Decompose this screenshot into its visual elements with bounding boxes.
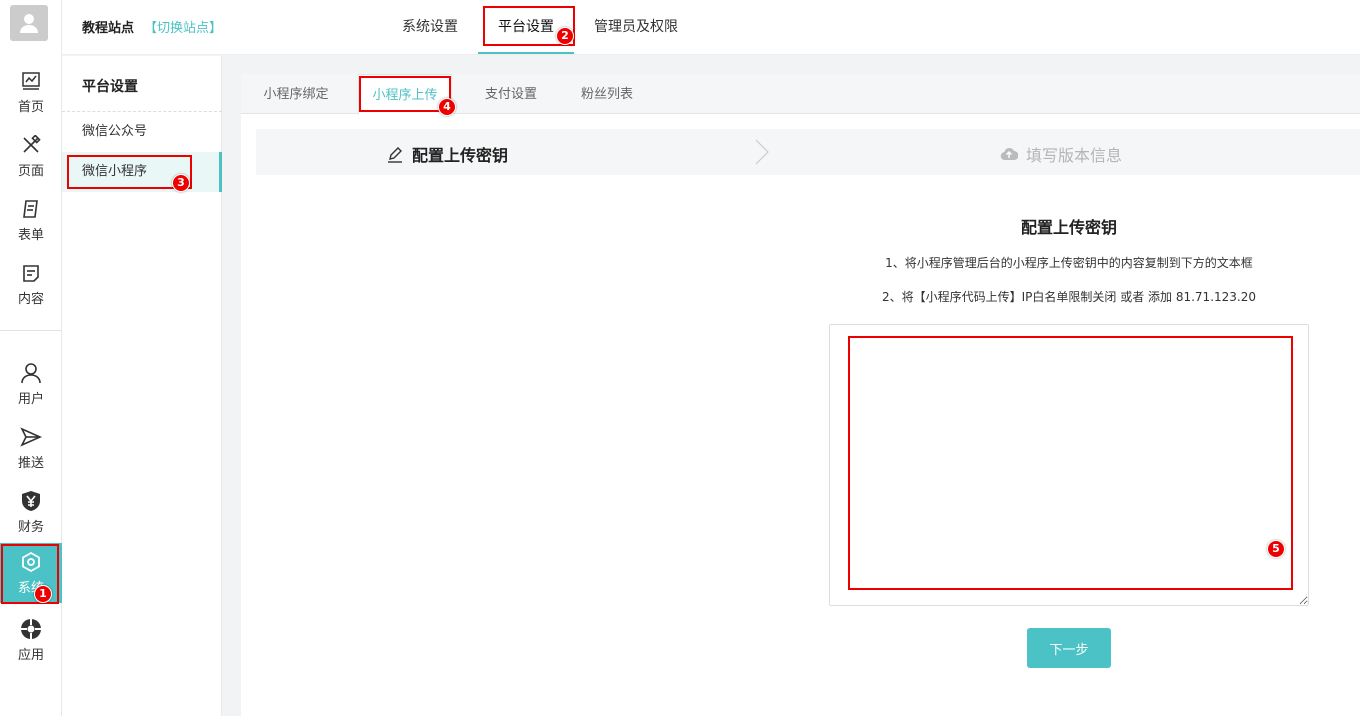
tab-miniprogram-upload[interactable]: 小程序上传: [358, 74, 452, 115]
design-icon: [20, 134, 42, 156]
tab-miniprogram-bind[interactable]: 小程序绑定: [241, 74, 351, 114]
tab-fans-list[interactable]: 粉丝列表: [567, 74, 647, 114]
tab-payment-settings[interactable]: 支付设置: [471, 74, 551, 114]
rail-label: 应用: [17, 647, 44, 663]
switch-site-link[interactable]: 【切换站点】: [144, 17, 222, 36]
rail-label: 系统: [17, 580, 44, 596]
rail-label: 首页: [17, 99, 44, 115]
icon-rail: 首页 页面 表单 内容 用户 推送 财务 系统 应用: [0, 0, 62, 716]
platform-subnav: 平台设置 微信公众号 微信小程序: [62, 56, 222, 716]
send-icon: [20, 426, 42, 448]
yen-icon: [20, 490, 42, 512]
user-icon: [20, 362, 42, 384]
rail-label: 财务: [17, 519, 44, 535]
chart-icon: [20, 70, 42, 92]
step-configure-key: 配置上传密钥: [386, 142, 508, 166]
top-nav-platform-settings[interactable]: 平台设置: [498, 16, 554, 36]
subnav-title: 平台设置: [82, 79, 138, 95]
cloud-upload-icon: [1000, 145, 1018, 163]
content-icon: [20, 262, 42, 284]
rail-label: 页面: [17, 163, 44, 179]
config-title: 配置上传密钥: [1020, 218, 1117, 237]
step-fill-version: 填写版本信息: [1000, 142, 1122, 166]
next-step-button[interactable]: 下一步: [1027, 628, 1111, 668]
step-label: 配置上传密钥: [412, 146, 509, 165]
rail-item-apps[interactable]: 应用: [0, 610, 62, 670]
rail-item-home[interactable]: 首页: [0, 62, 62, 122]
rail-item-system[interactable]: 系统: [0, 543, 62, 603]
rail-label: 用户: [17, 391, 44, 407]
top-header: 教程站点 【切换站点】 系统设置 平台设置 管理员及权限: [62, 0, 1360, 55]
rail-item-form[interactable]: 表单: [0, 190, 62, 250]
tab-bar: 小程序绑定 小程序上传 支付设置 粉丝列表: [241, 74, 1360, 115]
rail-label: 推送: [17, 455, 44, 471]
main-panel: 小程序绑定 小程序上传 支付设置 粉丝列表 配置上传密钥 填写版本信息 配置上传…: [241, 74, 1360, 716]
apps-icon: [20, 618, 42, 640]
top-nav-system-settings[interactable]: 系统设置: [402, 16, 458, 36]
rail-item-finance[interactable]: 财务: [0, 482, 62, 542]
form-icon: [20, 198, 42, 220]
settings-icon: [20, 551, 42, 573]
rail-item-content[interactable]: 内容: [0, 254, 62, 314]
rail-label: 内容: [17, 291, 44, 307]
step-arrow-icon: [755, 139, 769, 165]
active-nav-underline: [478, 52, 574, 54]
user-avatar-icon: [20, 14, 38, 33]
subnav-item-wechat-miniprogram[interactable]: 微信小程序: [62, 152, 222, 192]
rail-label: 表单: [17, 227, 44, 243]
upload-key-textarea[interactable]: [829, 324, 1309, 606]
rail-item-push[interactable]: 推送: [0, 418, 62, 478]
instruction-2: 2、将【小程序代码上传】IP白名单限制关闭 或者 添加 81.71.123.20: [881, 290, 1256, 304]
step-label: 填写版本信息: [1026, 146, 1123, 165]
site-name: 教程站点: [82, 21, 135, 36]
pencil-icon: [386, 145, 404, 163]
subnav-item-wechat-official[interactable]: 微信公众号: [62, 112, 222, 152]
rail-divider: [0, 330, 62, 331]
instruction-1: 1、将小程序管理后台的小程序上传密钥中的内容复制到下方的文本框: [885, 256, 1253, 270]
rail-item-page[interactable]: 页面: [0, 126, 62, 186]
avatar[interactable]: [10, 5, 48, 41]
steps-bar: 配置上传密钥 填写版本信息: [256, 129, 1360, 175]
rail-item-user[interactable]: 用户: [0, 354, 62, 414]
top-nav-admin-permissions[interactable]: 管理员及权限: [594, 16, 678, 36]
